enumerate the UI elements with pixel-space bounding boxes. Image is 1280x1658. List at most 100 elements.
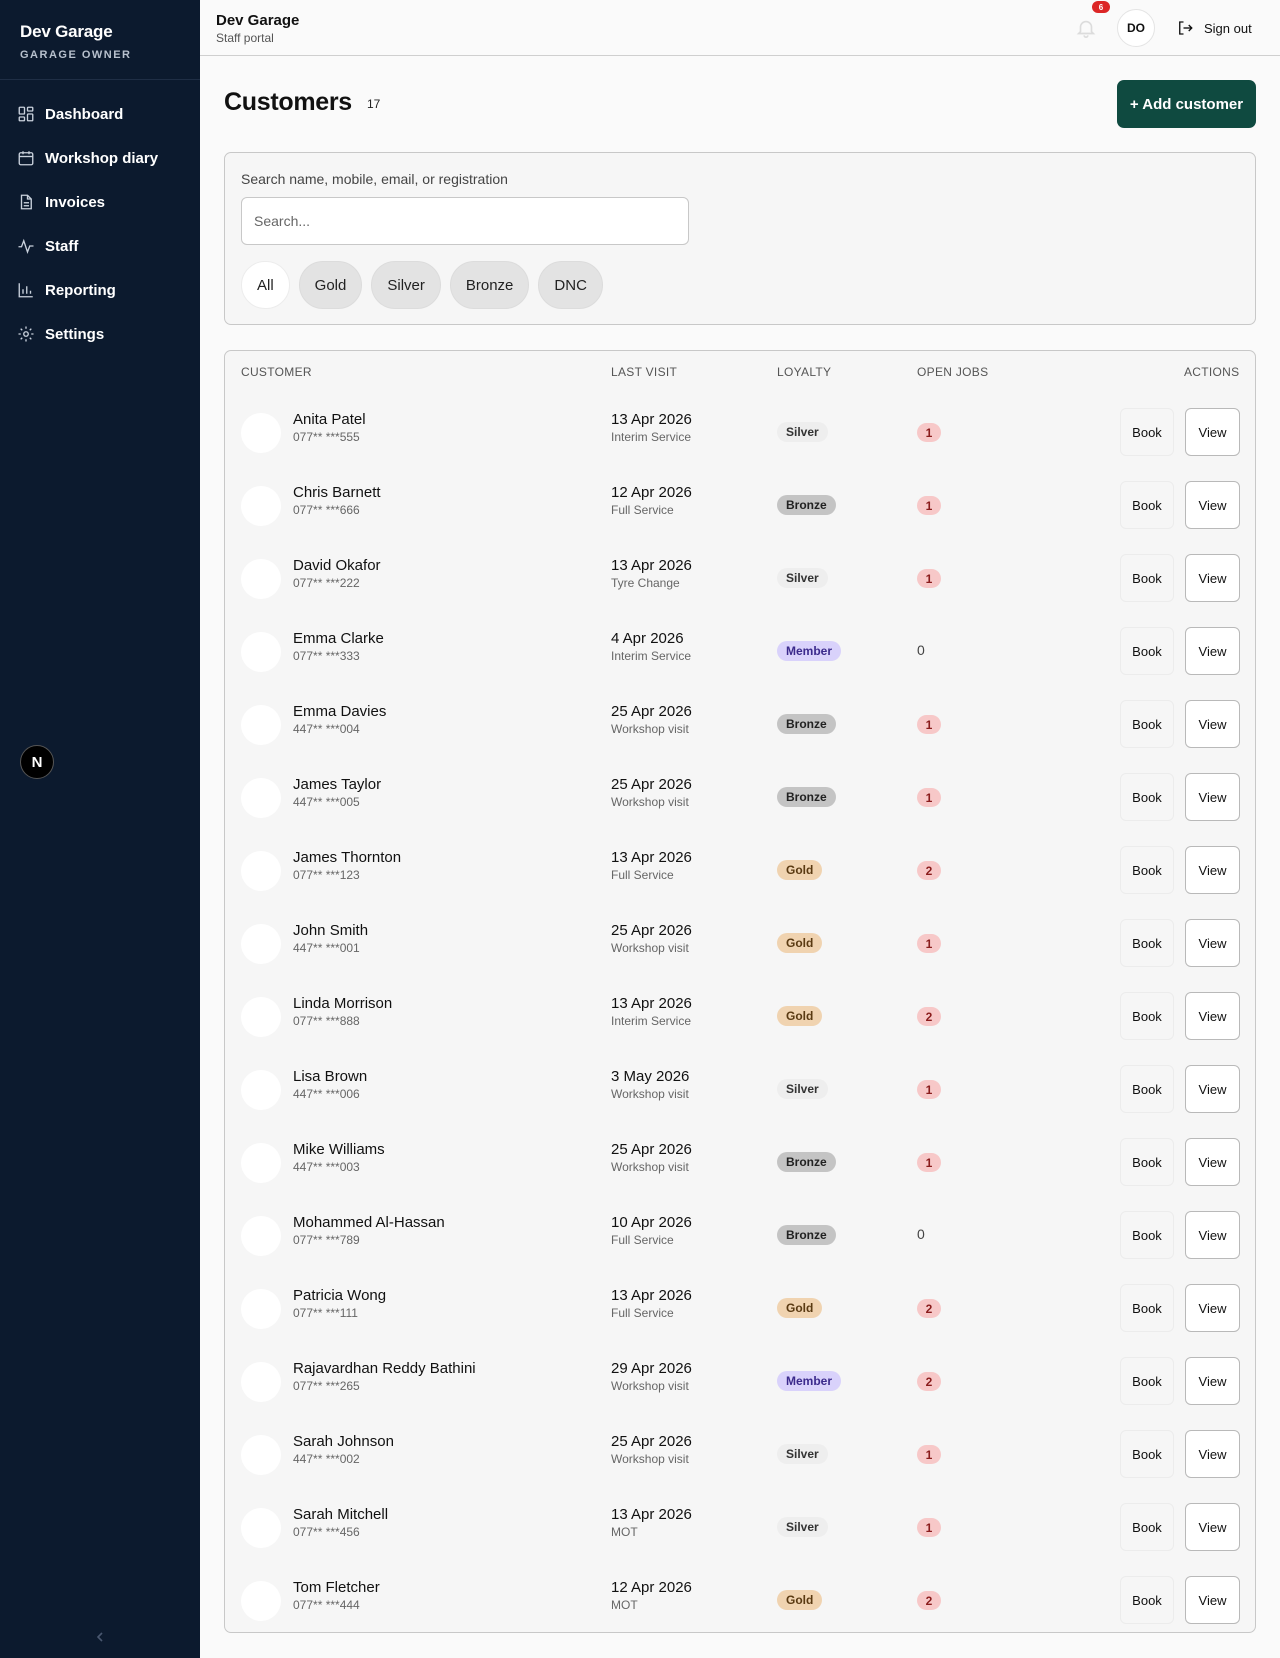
book-button[interactable]: Book <box>1120 1357 1174 1405</box>
book-button[interactable]: Book <box>1120 1503 1174 1551</box>
book-button[interactable]: Book <box>1120 1576 1174 1624</box>
sign-out-label: Sign out <box>1204 20 1252 36</box>
view-button[interactable]: View <box>1185 1430 1240 1478</box>
view-button[interactable]: View <box>1185 1065 1240 1113</box>
view-button[interactable]: View <box>1185 1503 1240 1551</box>
view-button[interactable]: View <box>1185 846 1240 894</box>
view-button[interactable]: View <box>1185 700 1240 748</box>
book-button[interactable]: Book <box>1120 992 1174 1040</box>
customer-phone: 077** ***456 <box>293 1525 360 1539</box>
open-jobs-count: 0 <box>917 642 925 658</box>
customer-name: John Smith <box>293 922 369 939</box>
bar-chart-icon <box>18 283 33 298</box>
table-row[interactable]: David Okafor 077** ***222 13 Apr 2026 Tyre … <box>225 545 1255 618</box>
last-visit-service: Workshop visit <box>611 722 689 736</box>
view-button[interactable]: View <box>1185 773 1240 821</box>
book-button[interactable]: Book <box>1120 408 1174 456</box>
sidebar-item-dashboard[interactable]: Dashboard <box>0 92 200 136</box>
table-row[interactable]: John Smith 447** ***001 25 Apr 2026 Worksho… <box>225 910 1255 983</box>
customer-phone: 077** ***111 <box>293 1306 358 1320</box>
table-row[interactable]: Sarah Johnson 447** ***002 25 Apr 2026 Work… <box>225 1421 1255 1494</box>
book-button[interactable]: Book <box>1120 1430 1174 1478</box>
customer-avatar <box>241 1143 281 1183</box>
calendar-icon <box>18 151 34 166</box>
table-row[interactable]: Tom Fletcher 077** ***444 12 Apr 2026 MOT Go… <box>225 1567 1255 1640</box>
notifications-button[interactable] <box>1075 17 1097 39</box>
customer-avatar <box>241 632 281 672</box>
sidebar-item-reporting[interactable]: Reporting <box>0 268 200 312</box>
table-row[interactable]: Rajavardhan Reddy Bathini 077** ***265 29 … <box>225 1348 1255 1421</box>
sidebar-item-label: Dashboard <box>45 105 124 123</box>
brand-role: GARAGE OWNER <box>20 49 132 61</box>
book-button[interactable]: Book <box>1120 627 1174 675</box>
sidebar-item-staff[interactable]: Staff <box>0 224 200 268</box>
customer-avatar <box>241 1508 281 1548</box>
view-button[interactable]: View <box>1185 627 1240 675</box>
add-customer-button[interactable]: + Add customer <box>1117 80 1256 128</box>
view-button[interactable]: View <box>1185 1576 1240 1624</box>
book-button[interactable]: Book <box>1120 1211 1174 1259</box>
open-jobs-count: 0 <box>917 1226 925 1242</box>
filter-chip-dnc[interactable]: DNC <box>538 261 603 309</box>
book-button[interactable]: Book <box>1120 846 1174 894</box>
table-row[interactable]: Mike Williams 447** ***003 25 Apr 2026 Work… <box>225 1129 1255 1202</box>
last-visit-date: 25 Apr 2026 <box>611 1433 692 1450</box>
collapse-sidebar-button[interactable] <box>90 1627 110 1647</box>
table-row[interactable]: Lisa Brown 447** ***006 3 May 2026 Workshop… <box>225 1056 1255 1129</box>
view-button[interactable]: View <box>1185 919 1240 967</box>
book-button[interactable]: Book <box>1120 481 1174 529</box>
book-button[interactable]: Book <box>1120 554 1174 602</box>
view-button[interactable]: View <box>1185 1357 1240 1405</box>
filter-chip-silver[interactable]: Silver <box>371 261 441 309</box>
last-visit-date: 13 Apr 2026 <box>611 1287 692 1304</box>
customer-avatar <box>241 778 281 818</box>
customer-name: Sarah Johnson <box>293 1433 394 1450</box>
book-button[interactable]: Book <box>1120 773 1174 821</box>
filter-chip-bronze[interactable]: Bronze <box>449 261 530 309</box>
last-visit-service: MOT <box>611 1525 638 1539</box>
sign-out-button[interactable]: Sign out <box>1176 17 1252 39</box>
table-row[interactable]: Sarah Mitchell 077** ***456 13 Apr 2026 MOT… <box>225 1494 1255 1567</box>
view-button[interactable]: View <box>1185 992 1240 1040</box>
book-button[interactable]: Book <box>1120 919 1174 967</box>
last-visit-date: 25 Apr 2026 <box>611 703 692 720</box>
sidebar-item-invoices[interactable]: Invoices <box>0 180 200 224</box>
open-jobs-badge: 1 <box>917 934 941 953</box>
last-visit-date: 29 Apr 2026 <box>611 1360 692 1377</box>
last-visit-date: 13 Apr 2026 <box>611 557 692 574</box>
view-button[interactable]: View <box>1185 1138 1240 1186</box>
filter-chip-gold[interactable]: Gold <box>298 261 363 309</box>
sidebar-item-workshop-diary[interactable]: Workshop diary <box>0 136 200 180</box>
book-button[interactable]: Book <box>1120 1065 1174 1113</box>
table-row[interactable]: James Taylor 447** ***005 25 Apr 2026 Works… <box>225 764 1255 837</box>
last-visit-service: Full Service <box>611 868 674 882</box>
loyalty-filter-chips: All Gold Silver Bronze DNC <box>241 261 603 309</box>
sidebar-item-settings[interactable]: Settings <box>0 312 200 356</box>
table-row[interactable]: Chris Barnett 077** ***666 12 Apr 2026 Full… <box>225 472 1255 545</box>
dev-tools-badge[interactable]: N <box>20 745 54 779</box>
table-row[interactable]: Emma Davies 447** ***004 25 Apr 2026 Worksh… <box>225 691 1255 764</box>
book-button[interactable]: Book <box>1120 700 1174 748</box>
search-input[interactable] <box>241 197 689 245</box>
customer-name: James Thornton <box>293 849 402 866</box>
table-row[interactable]: James Thornton 077** ***123 13 Apr 2026 Ful… <box>225 837 1255 910</box>
table-row[interactable]: Linda Morrison 077** ***888 13 Apr 2026 Int… <box>225 983 1255 1056</box>
view-button[interactable]: View <box>1185 408 1240 456</box>
filter-chip-all[interactable]: All <box>241 261 290 309</box>
table-row[interactable]: Anita Patel 077** ***555 13 Apr 2026 Interi… <box>225 399 1255 472</box>
user-avatar[interactable]: DO <box>1117 9 1155 47</box>
book-button[interactable]: Book <box>1120 1138 1174 1186</box>
table-row[interactable]: Emma Clarke 077** ***333 4 Apr 2026 Interim… <box>225 618 1255 691</box>
view-button[interactable]: View <box>1185 481 1240 529</box>
table-row[interactable]: Patricia Wong 077** ***111 13 Apr 2026 Full… <box>225 1275 1255 1348</box>
view-button[interactable]: View <box>1185 1211 1240 1259</box>
customer-phone: 077** ***888 <box>293 1014 360 1028</box>
search-label: Search name, mobile, email, or registrat… <box>241 171 508 187</box>
table-row[interactable]: Mohammed Al-Hassan 077** ***789 10 Apr 202… <box>225 1202 1255 1275</box>
customer-phone: 077** ***789 <box>293 1233 360 1247</box>
customer-avatar <box>241 1216 281 1256</box>
book-button[interactable]: Book <box>1120 1284 1174 1332</box>
customer-phone: 447** ***003 <box>293 1160 360 1174</box>
view-button[interactable]: View <box>1185 1284 1240 1332</box>
view-button[interactable]: View <box>1185 554 1240 602</box>
